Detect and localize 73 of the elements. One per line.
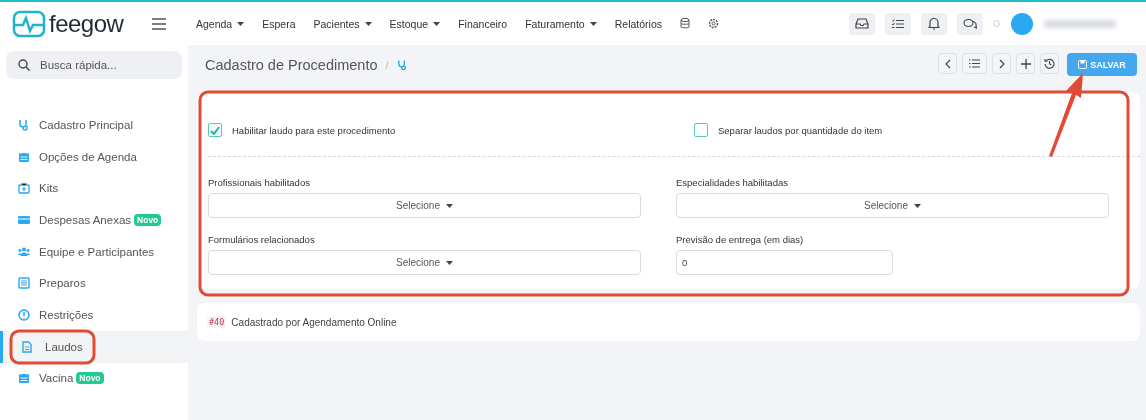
menu-icon[interactable] xyxy=(152,17,166,30)
checkbox[interactable] xyxy=(208,123,222,137)
checkbox-label: Separar laudos por quantidade do item xyxy=(718,124,883,136)
id-tag: #40 xyxy=(207,316,227,328)
select-dropdown[interactable]: Selecione xyxy=(208,193,641,218)
breadcrumb-separator: / xyxy=(385,58,389,71)
list-button[interactable] xyxy=(962,53,987,74)
field-label: Especialidades habilitadas xyxy=(676,177,788,188)
sidebar-item-icon xyxy=(18,245,30,258)
sidebar-item[interactable]: Cadastro Principal xyxy=(0,109,188,141)
blurred-user-name xyxy=(1044,19,1116,28)
inbox-icon xyxy=(855,18,869,29)
history-button[interactable] xyxy=(1040,53,1059,74)
sidebar-item[interactable]: Kits xyxy=(0,172,188,205)
sidebar-item[interactable]: Preparos xyxy=(0,267,188,300)
nav-menu-item[interactable]: Agenda xyxy=(196,17,245,30)
notification-button[interactable] xyxy=(921,12,947,35)
checkbox-label: Habilitar laudo para este procedimento xyxy=(232,124,396,136)
sidebar-item-icon xyxy=(21,340,33,353)
inbox-button[interactable] xyxy=(849,12,875,35)
sidebar-item-icon xyxy=(18,213,30,226)
database-icon[interactable] xyxy=(680,18,690,29)
select-dropdown[interactable]: Selecione xyxy=(676,193,1109,218)
sidebar-item-icon xyxy=(18,150,30,163)
sidebar-item-icon xyxy=(18,372,30,385)
nav-menu-item[interactable]: Espera xyxy=(262,17,296,30)
nav-menu-item[interactable]: Estoque xyxy=(389,17,441,30)
sidebar-item[interactable]: Laudos xyxy=(0,330,188,363)
bell-icon xyxy=(928,17,940,30)
field-label: Previsão de entrega (em dias) xyxy=(676,234,804,245)
nav-menu-item[interactable]: Pacientes xyxy=(313,17,372,30)
sidebar-item[interactable]: Despesas Anexas Novo xyxy=(0,204,188,236)
settings-icon[interactable] xyxy=(708,18,719,29)
search-field[interactable]: Busca rápida... xyxy=(6,51,182,79)
sidebar-item[interactable]: Equipe e Participantes xyxy=(0,235,188,268)
field-label: Formulários relacionados xyxy=(208,234,315,245)
sidebar-item-icon xyxy=(18,182,30,195)
brand-name: feegow xyxy=(49,9,124,38)
status-dot-icon xyxy=(993,20,1000,27)
chevron-right-icon xyxy=(998,58,1005,69)
select-dropdown[interactable]: Selecione xyxy=(208,250,641,275)
chat-button[interactable] xyxy=(957,12,983,35)
caret-icon xyxy=(913,203,921,208)
input-field[interactable]: 0 xyxy=(676,250,893,275)
checklist-icon xyxy=(892,18,904,29)
history-icon xyxy=(1044,58,1055,69)
checkbox[interactable] xyxy=(694,123,708,137)
sidebar-item[interactable]: Opções de Agenda xyxy=(0,140,188,173)
nav-menu-item[interactable]: Relatórios xyxy=(614,17,662,30)
avatar-icon[interactable] xyxy=(1010,11,1034,36)
sidebar-item[interactable]: Vacina Novo xyxy=(0,362,188,395)
list-icon xyxy=(969,59,980,68)
field-label: Profissionais habilitados xyxy=(208,177,310,188)
caret-icon xyxy=(445,260,453,265)
sidebar-item[interactable]: Restrições xyxy=(0,299,188,331)
plus-icon xyxy=(1020,58,1031,69)
info-text: Cadastrado por Agendamento Online xyxy=(231,316,397,328)
sidebar-item-icon xyxy=(18,277,30,290)
logo-icon xyxy=(12,9,46,38)
checklist-button[interactable] xyxy=(885,12,911,35)
new-badge: Novo xyxy=(76,372,104,385)
sidebar-item-icon xyxy=(18,308,30,321)
nav-menu-item[interactable]: Financeiro xyxy=(458,17,508,30)
nav-menu-item[interactable]: Faturamento xyxy=(525,17,597,30)
stethoscope-icon xyxy=(396,58,408,71)
checkmark-icon xyxy=(210,125,220,135)
sidebar-item-icon xyxy=(18,118,30,131)
chat-icon xyxy=(963,17,977,30)
caret-icon xyxy=(445,203,453,208)
new-badge: Novo xyxy=(134,213,162,226)
chevron-left-icon xyxy=(944,58,951,69)
add-button[interactable] xyxy=(1016,53,1035,74)
page-title: Cadastro de Procedimento xyxy=(205,56,378,73)
